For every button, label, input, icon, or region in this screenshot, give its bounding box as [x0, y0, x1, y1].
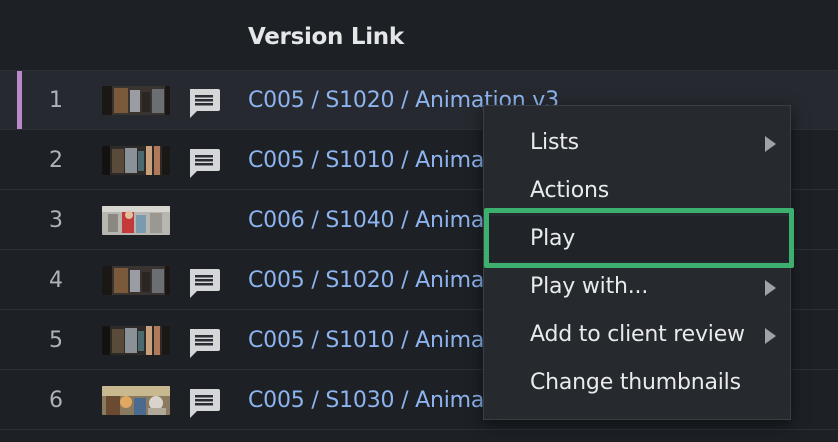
note-icon[interactable]: [186, 387, 222, 421]
table-header: Version Link: [0, 0, 838, 71]
submenu-arrow-icon: [765, 328, 776, 344]
version-link[interactable]: C005 / S1020 / Anima: [248, 251, 484, 310]
version-thumbnail[interactable]: [102, 146, 170, 175]
menu-item-change-thumbnails[interactable]: Change thumbnails: [484, 360, 790, 406]
menu-item-lists[interactable]: Lists: [484, 120, 790, 166]
version-thumbnail[interactable]: [102, 326, 170, 355]
menu-item-label: Change thumbnails: [530, 370, 741, 395]
play-highlight-box: [484, 208, 794, 268]
note-icon[interactable]: [186, 327, 222, 361]
note-icon[interactable]: [186, 267, 222, 301]
version-link[interactable]: C005 / S1010 / Anima: [248, 131, 484, 190]
row-number: 3: [49, 208, 63, 233]
row-number: 4: [49, 268, 63, 293]
note-icon[interactable]: [186, 147, 222, 181]
menu-item-add-to-client-review[interactable]: Add to client review: [484, 312, 790, 358]
row-number: 6: [49, 388, 63, 413]
submenu-arrow-icon: [765, 280, 776, 296]
version-link[interactable]: C005 / S1010 / Anima: [248, 311, 484, 370]
row-number: 2: [49, 148, 63, 173]
version-thumbnail[interactable]: [102, 386, 170, 415]
version-link-column-header[interactable]: Version Link: [248, 24, 404, 50]
menu-item-play-with[interactable]: Play with...: [484, 264, 790, 310]
menu-item-label: Actions: [530, 178, 609, 203]
menu-item-label: Lists: [530, 130, 579, 155]
menu-item-label: Add to client review: [530, 322, 745, 347]
row-number: 5: [49, 328, 63, 353]
version-link[interactable]: C006 / S1040 / Anima: [248, 191, 484, 250]
version-thumbnail[interactable]: [102, 266, 170, 295]
row-number: 1: [49, 88, 63, 113]
version-thumbnail[interactable]: [102, 206, 170, 235]
menu-item-label: Play with...: [530, 274, 649, 299]
submenu-arrow-icon: [765, 136, 776, 152]
note-icon[interactable]: [186, 87, 222, 121]
version-link[interactable]: C005 / S1030 / Anima: [248, 371, 484, 430]
version-thumbnail[interactable]: [102, 86, 170, 115]
selected-row-indicator: [17, 71, 22, 129]
